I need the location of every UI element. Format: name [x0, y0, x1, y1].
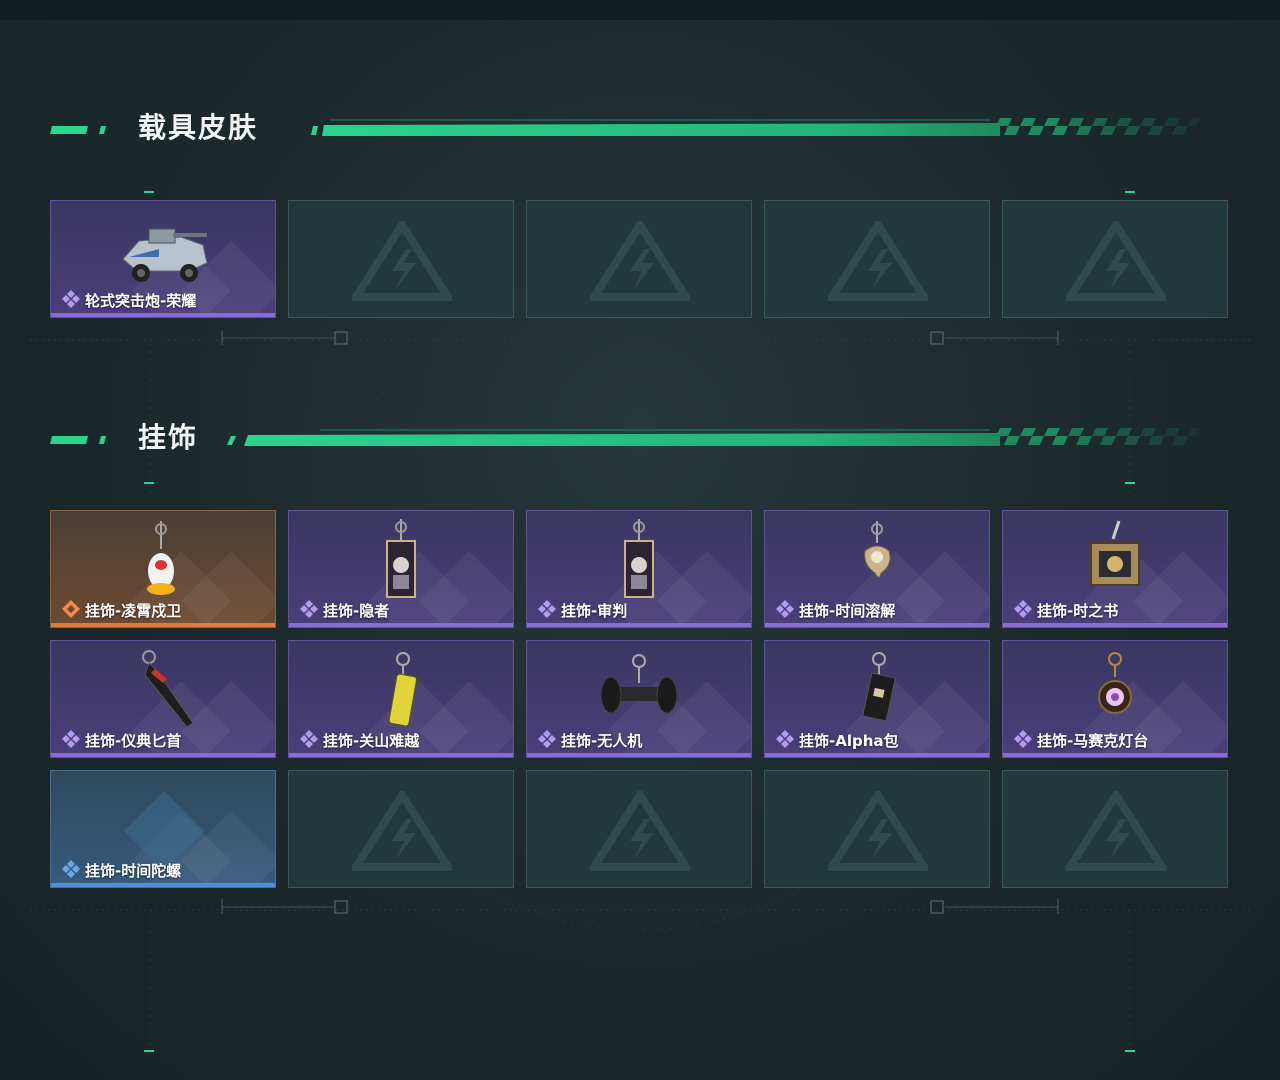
rarity-diamond-icon: [299, 729, 319, 749]
item-label: 挂饰-审判: [561, 602, 628, 620]
item-card[interactable]: 挂饰-审判: [526, 510, 752, 628]
rarity-bar: [51, 623, 275, 627]
rarity-bar: [1003, 623, 1227, 627]
rarity-bar: [289, 623, 513, 627]
item-card[interactable]: 挂饰-无人机: [526, 640, 752, 758]
rarity-diamond-icon: [299, 599, 319, 619]
item-label: 挂饰-无人机: [561, 732, 643, 750]
rarity-diamond-icon: [537, 599, 557, 619]
rarity-bar: [765, 623, 989, 627]
empty-slot-card: [288, 200, 514, 318]
item-label: 挂饰-隐者: [323, 602, 390, 620]
rarity-diamond-icon: [61, 859, 81, 879]
top-bar: [0, 0, 1280, 20]
item-label: 挂饰-时间溶解: [799, 602, 896, 620]
item-label: 挂饰-仪典匕首: [85, 732, 182, 750]
section-header-charms: 挂饰: [0, 418, 1280, 458]
item-card[interactable]: 挂饰-隐者: [288, 510, 514, 628]
rarity-bar: [765, 753, 989, 757]
item-label: 轮式突击炮-荣耀: [85, 292, 197, 310]
rarity-bar: [527, 753, 751, 757]
empty-slot-card: [526, 200, 752, 318]
rarity-bar: [527, 623, 751, 627]
rarity-bar: [51, 883, 275, 887]
item-card[interactable]: 挂饰-Alpha包: [764, 640, 990, 758]
rarity-bar: [1003, 753, 1227, 757]
rarity-diamond-icon: [1013, 599, 1033, 619]
rarity-bar: [289, 753, 513, 757]
item-card[interactable]: 挂饰-时之书: [1002, 510, 1228, 628]
item-card[interactable]: 轮式突击炮-荣耀: [50, 200, 276, 318]
item-label: 挂饰-凌霄戍卫: [85, 602, 182, 620]
item-label: 挂饰-时之书: [1037, 602, 1119, 620]
empty-slot-card: [1002, 770, 1228, 888]
rarity-diamond-icon: [61, 599, 81, 619]
item-card[interactable]: 挂饰-凌霄戍卫: [50, 510, 276, 628]
rarity-diamond-icon: [775, 599, 795, 619]
rarity-diamond-icon: [61, 729, 81, 749]
rarity-diamond-icon: [775, 729, 795, 749]
empty-slot-card: [288, 770, 514, 888]
empty-slot-card: [1002, 200, 1228, 318]
empty-slot-card: [764, 770, 990, 888]
item-label: 挂饰-马赛克灯台: [1037, 732, 1149, 750]
section-title: 载具皮肤: [138, 111, 259, 144]
rarity-diamond-icon: [61, 289, 81, 309]
rarity-bar: [51, 753, 275, 757]
section-header-vehicle-skins: 载具皮肤: [0, 108, 1280, 148]
rarity-bar: [51, 313, 275, 317]
empty-slot-card: [526, 770, 752, 888]
rarity-diamond-icon: [1013, 729, 1033, 749]
empty-slot-card: [764, 200, 990, 318]
item-card[interactable]: 挂饰-时间溶解: [764, 510, 990, 628]
item-card[interactable]: 挂饰-仪典匕首: [50, 640, 276, 758]
item-card[interactable]: 挂饰-时间陀螺: [50, 770, 276, 888]
rarity-diamond-icon: [537, 729, 557, 749]
section-title: 挂饰: [138, 421, 199, 454]
item-card[interactable]: 挂饰-关山难越: [288, 640, 514, 758]
item-label: 挂饰-关山难越: [323, 732, 420, 750]
item-label: 挂饰-时间陀螺: [85, 862, 182, 880]
item-label: 挂饰-Alpha包: [799, 732, 899, 750]
item-card[interactable]: 挂饰-马赛克灯台: [1002, 640, 1228, 758]
